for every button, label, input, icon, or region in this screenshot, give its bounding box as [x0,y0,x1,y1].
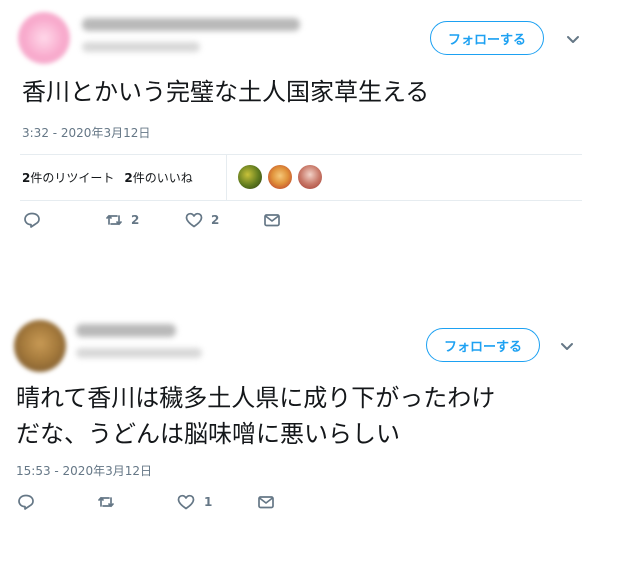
retweet-count: 2 [131,213,140,227]
tweet-timestamp[interactable]: 3:32 - 2020年3月12日 [22,124,150,141]
author-handle-blurred[interactable] [82,42,200,52]
reply-icon[interactable] [16,492,36,512]
divider [20,154,582,155]
like-count: 2 [211,213,220,227]
retweet-icon[interactable] [104,210,124,230]
chevron-down-icon[interactable] [563,29,583,49]
follow-button-label: フォローする [443,339,522,355]
liker-avatar[interactable] [238,165,262,189]
retweet-icon[interactable] [96,492,116,512]
retweets-stat[interactable]: 2件のリツイート [22,171,114,185]
liker-avatar[interactable] [268,165,292,189]
tweet-text: 晴れて香川は穢多土人県に成り下がったわけ だな、うどんは脳味噌に悪いらしい [16,384,496,448]
tweet-text: 香川とかいう完璧な土人国家草生える [22,78,430,106]
chevron-down-icon[interactable] [557,336,577,356]
message-icon[interactable] [256,492,276,512]
like-count: 1 [204,495,213,509]
tweet-timestamp[interactable]: 15:53 - 2020年3月12日 [16,462,152,479]
tweet-actions: 2 2 [0,210,622,234]
divider [20,200,582,201]
author-name-blurred[interactable] [76,324,176,337]
message-icon[interactable] [262,210,282,230]
likes-count: 2 [124,171,133,185]
likes-stat[interactable]: 2件のいいね [124,171,192,185]
tweet-actions: 1 [0,492,622,516]
stats-separator [226,154,227,200]
reply-icon[interactable] [22,210,42,230]
follow-button-label: フォローする [447,32,526,48]
like-icon[interactable] [184,210,204,230]
retweets-label: 件のリツイート [30,171,115,185]
tweet: フォローする 晴れて香川は穢多土人県に成り下がったわけ だな、うどんは脳味噌に悪… [0,310,622,574]
author-handle-blurred[interactable] [76,348,202,358]
likes-label: 件のいいね [132,171,193,185]
like-icon[interactable] [176,492,196,512]
avatar[interactable] [14,320,66,372]
tweet-stats: 2件のリツイート 2件のいいね [22,169,193,186]
author-name-blurred[interactable] [82,18,300,31]
liker-avatar[interactable] [298,165,322,189]
avatar[interactable] [18,12,70,64]
follow-button[interactable]: フォローする [430,21,544,55]
follow-button[interactable]: フォローする [426,328,540,362]
tweet: フォローする 香川とかいう完璧な土人国家草生える 3:32 - 2020年3月1… [0,0,622,250]
